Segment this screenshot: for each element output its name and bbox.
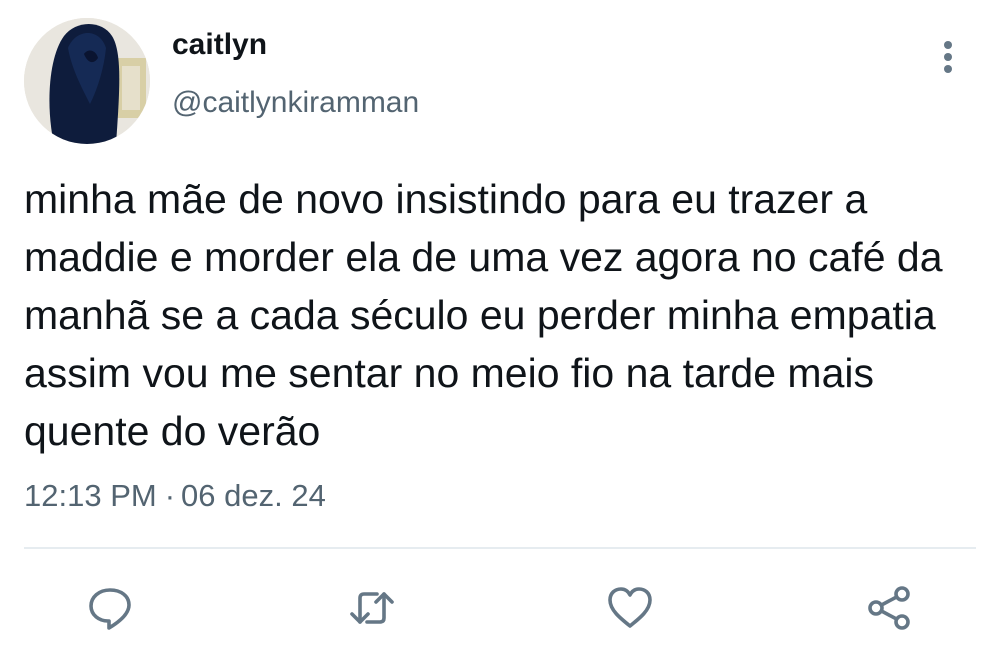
- share-button[interactable]: [864, 582, 916, 634]
- display-name[interactable]: caitlyn: [172, 28, 267, 62]
- avatar-image: [24, 18, 150, 144]
- retweet-icon: [350, 592, 394, 624]
- more-options-button[interactable]: [930, 36, 966, 80]
- divider: [24, 547, 976, 549]
- share-icon: [868, 586, 910, 630]
- user-handle[interactable]: @caitlynkiramman: [172, 86, 419, 120]
- avatar[interactable]: [24, 18, 150, 144]
- tweet-time: 12:13 PM: [24, 478, 157, 513]
- reply-button[interactable]: [84, 582, 136, 634]
- tweet-meta: 12:13 PM · 06 dez. 24: [24, 478, 326, 514]
- reply-icon: [89, 588, 131, 630]
- tweet-text: minha mãe de novo insistindo para eu tra…: [24, 176, 943, 454]
- retweet-button[interactable]: [346, 582, 398, 634]
- more-vertical-icon: [944, 41, 952, 73]
- tweet-date[interactable]: 06 dez. 24: [181, 478, 326, 513]
- meta-separator: ·: [164, 478, 176, 513]
- heart-icon: [608, 587, 652, 628]
- like-button[interactable]: [604, 582, 656, 634]
